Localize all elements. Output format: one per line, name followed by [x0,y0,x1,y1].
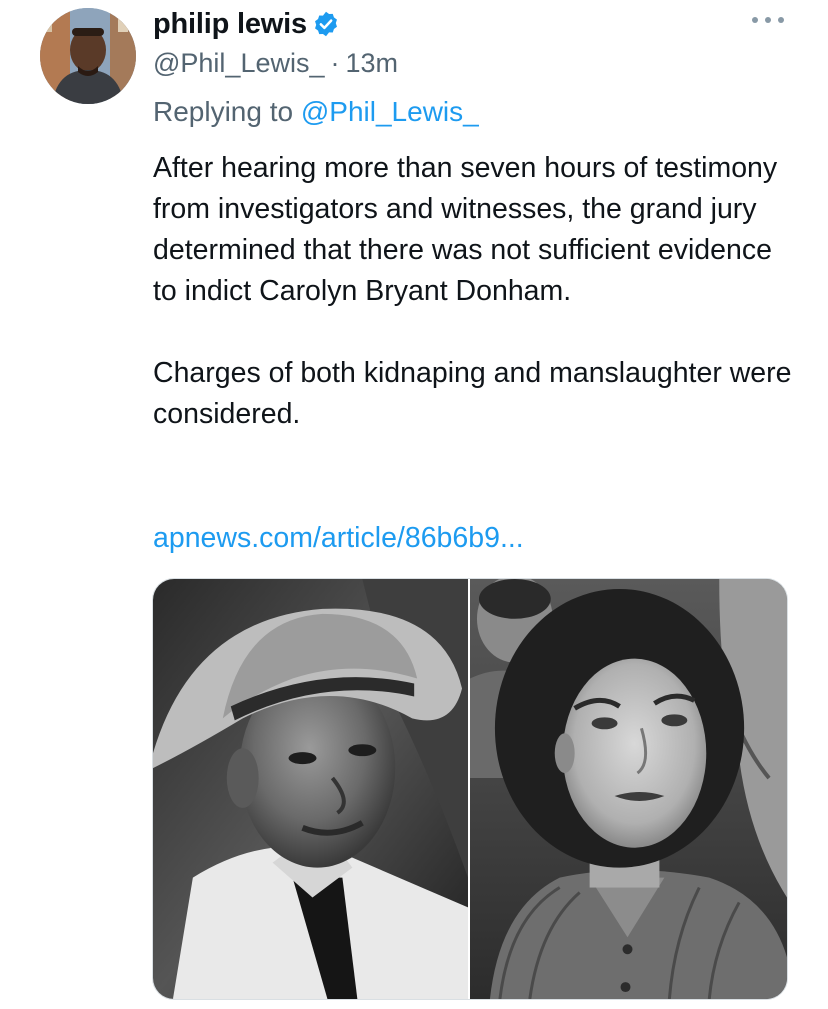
tweet-paragraph-2: Charges of both kidnaping and manslaught… [153,357,792,430]
article-link[interactable]: apnews.com/article/86b6b9... [153,522,524,555]
portrait-boy-image [153,579,468,999]
separator-dot: · [330,47,340,78]
more-dot [778,17,784,23]
replying-to-label: Replying to [153,96,301,127]
media-image-left[interactable] [153,579,468,999]
media-image-right[interactable] [470,579,787,999]
timestamp[interactable]: 13m [346,48,399,79]
replying-to: Replying to @Phil_Lewis_ [153,96,479,128]
more-dot [752,17,758,23]
avatar-image [40,8,136,104]
portrait-woman-image [470,579,787,999]
handle-row: @Phil_Lewis_ · 13m [153,46,398,80]
tweet-text: After hearing more than seven hours of t… [153,148,803,435]
reply-mention-link[interactable]: @Phil_Lewis_ [301,96,479,127]
name-row: philip lewis [153,6,398,42]
media-grid [152,578,788,1000]
tweet-header: philip lewis @Phil_Lewis_ · 13m [153,6,398,80]
avatar[interactable] [40,8,136,104]
display-name[interactable]: philip lewis [153,8,307,41]
more-dot [765,17,771,23]
more-options-icon[interactable] [752,12,784,28]
tweet-paragraph-1: After hearing more than seven hours of t… [153,152,778,307]
verified-badge-icon [314,11,337,37]
user-handle[interactable]: @Phil_Lewis_ [153,48,325,79]
